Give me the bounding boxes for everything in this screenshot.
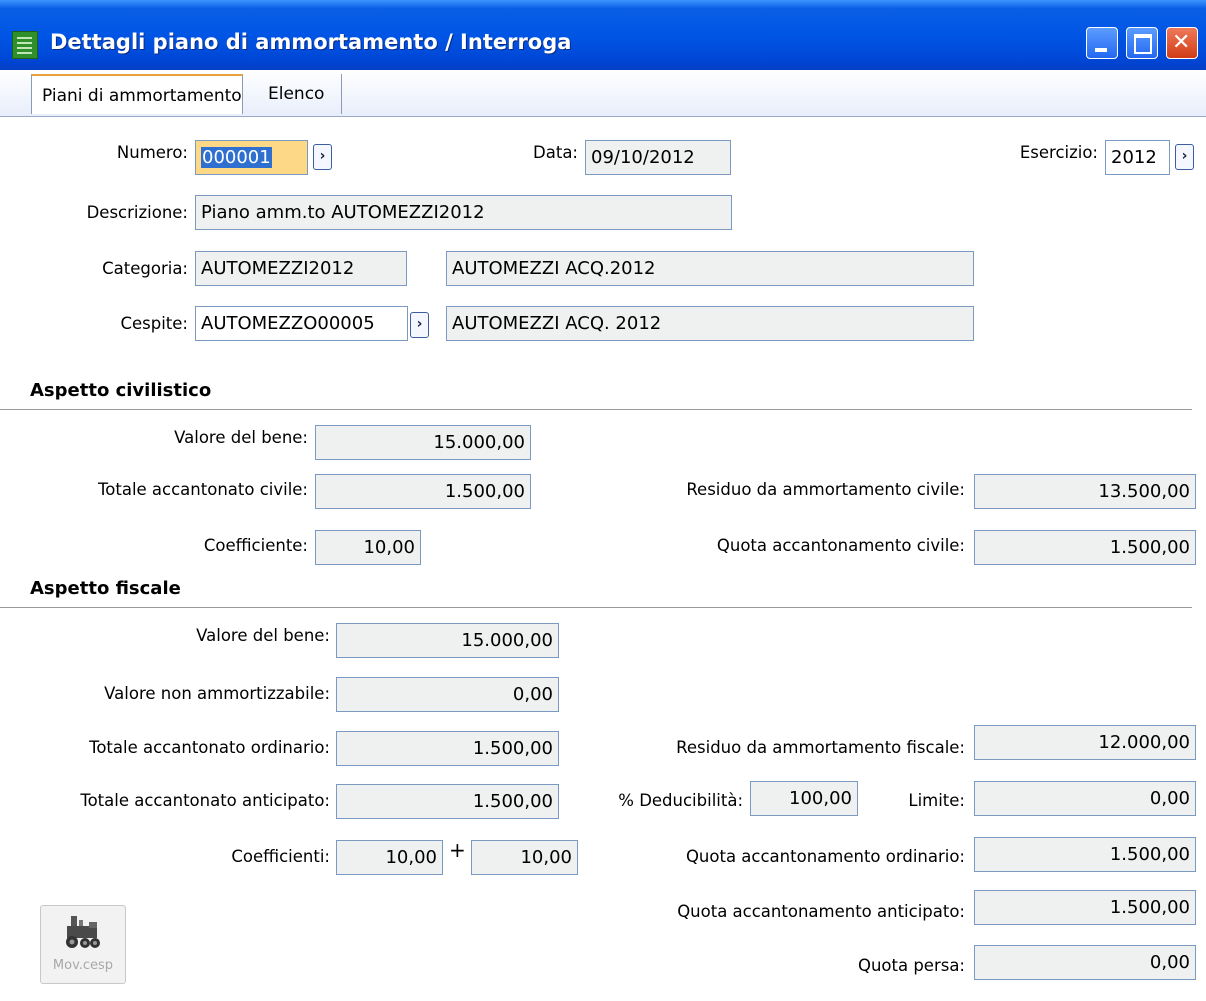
esercizio-zoom-button[interactable]: › bbox=[1175, 144, 1194, 170]
data-field[interactable]: 09/10/2012 bbox=[585, 140, 731, 175]
fisc-totale-ordinario-field[interactable]: 1.500,00 bbox=[336, 731, 559, 766]
fisc-quota-ordinario-field[interactable]: 1.500,00 bbox=[974, 837, 1196, 872]
categoria-code-field[interactable]: AUTOMEZZI2012 bbox=[195, 251, 407, 286]
categoria-label: Categoria: bbox=[102, 259, 188, 278]
document-icon bbox=[12, 31, 38, 59]
civ-quota-field[interactable]: 1.500,00 bbox=[974, 530, 1196, 565]
tab-strip: Piani di ammortamento Elenco bbox=[0, 70, 1206, 117]
descrizione-field[interactable]: Piano amm.to AUTOMEZZI2012 bbox=[195, 195, 732, 230]
categoria-description-field[interactable]: AUTOMEZZI ACQ.2012 bbox=[446, 251, 974, 286]
civ-residuo-field[interactable]: 13.500,00 bbox=[974, 474, 1196, 509]
plus-sign: + bbox=[449, 838, 466, 862]
cespite-description-field[interactable]: AUTOMEZZI ACQ. 2012 bbox=[446, 306, 974, 341]
fisc-residuo-label: Residuo da ammortamento fiscale: bbox=[676, 738, 965, 757]
fisc-valore-bene-label: Valore del bene: bbox=[196, 626, 330, 645]
data-label: Data: bbox=[533, 143, 578, 162]
numero-label: Numero: bbox=[116, 143, 188, 162]
fisc-non-ammortizzabile-field[interactable]: 0,00 bbox=[336, 677, 559, 712]
descrizione-label: Descrizione: bbox=[86, 203, 188, 222]
civ-valore-bene-label: Valore del bene: bbox=[174, 428, 308, 447]
cespite-label: Cespite: bbox=[120, 314, 188, 333]
maximize-button[interactable] bbox=[1126, 27, 1158, 59]
fisc-deducibilita-field[interactable]: 100,00 bbox=[750, 781, 858, 816]
tab-elenco[interactable]: Elenco bbox=[258, 74, 342, 114]
window-title: Dettagli piano di ammortamento / Interro… bbox=[50, 30, 572, 54]
cespite-zoom-button[interactable]: › bbox=[410, 312, 429, 338]
section-divider bbox=[0, 607, 1192, 608]
civ-residuo-label: Residuo da ammortamento civile: bbox=[686, 480, 965, 499]
section-aspetto-civilistico: Aspetto civilistico bbox=[30, 380, 212, 401]
fisc-limite-label: Limite: bbox=[908, 791, 965, 810]
civ-totale-accantonato-label: Totale accantonato civile: bbox=[98, 480, 308, 499]
title-bar[interactable]: Dettagli piano di ammortamento / Interro… bbox=[0, 0, 1206, 70]
numero-field[interactable]: 000001 bbox=[195, 140, 308, 175]
close-button[interactable] bbox=[1166, 27, 1198, 59]
fisc-totale-anticipato-label: Totale accantonato anticipato: bbox=[80, 791, 330, 810]
numero-zoom-button[interactable]: › bbox=[313, 144, 332, 170]
fisc-limite-field[interactable]: 0,00 bbox=[974, 781, 1196, 816]
fisc-residuo-field[interactable]: 12.000,00 bbox=[974, 725, 1196, 760]
tab-piani-di-ammortamento[interactable]: Piani di ammortamento bbox=[31, 74, 243, 114]
fisc-coefficiente-anticipato-field[interactable]: 10,00 bbox=[471, 840, 578, 875]
civ-quota-label: Quota accantonamento civile: bbox=[716, 536, 965, 555]
fisc-totale-ordinario-label: Totale accantonato ordinario: bbox=[89, 738, 330, 757]
fisc-quota-ordinario-label: Quota accantonamento ordinario: bbox=[685, 847, 965, 866]
fisc-totale-anticipato-field[interactable]: 1.500,00 bbox=[336, 784, 559, 819]
minimize-button[interactable] bbox=[1086, 27, 1118, 59]
tractor-icon bbox=[66, 916, 100, 948]
fisc-quota-anticipato-label: Quota accantonamento anticipato: bbox=[677, 902, 965, 921]
mov-cesp-label: Mov.cesp bbox=[52, 958, 114, 973]
fisc-non-ammortizzabile-label: Valore non ammortizzabile: bbox=[104, 684, 330, 703]
section-aspetto-fiscale: Aspetto fiscale bbox=[30, 578, 181, 599]
mov-cesp-button[interactable]: Mov.cesp bbox=[40, 905, 126, 984]
fisc-quota-persa-field[interactable]: 0,00 bbox=[974, 945, 1196, 980]
fisc-deducibilita-label: % Deducibilità: bbox=[618, 791, 743, 810]
fisc-coefficiente-ordinario-field[interactable]: 10,00 bbox=[336, 840, 443, 875]
civ-coefficiente-field[interactable]: 10,00 bbox=[315, 530, 421, 565]
esercizio-label: Esercizio: bbox=[1019, 143, 1098, 162]
civ-valore-bene-field[interactable]: 15.000,00 bbox=[315, 425, 531, 460]
esercizio-field[interactable]: 2012 bbox=[1105, 140, 1170, 175]
fisc-coefficienti-label: Coefficienti: bbox=[231, 847, 330, 866]
civ-totale-accantonato-field[interactable]: 1.500,00 bbox=[315, 474, 531, 509]
fisc-quota-anticipato-field[interactable]: 1.500,00 bbox=[974, 890, 1196, 925]
section-divider bbox=[0, 409, 1192, 410]
fisc-quota-persa-label: Quota persa: bbox=[857, 956, 965, 975]
fisc-valore-bene-field[interactable]: 15.000,00 bbox=[336, 623, 559, 658]
civ-coefficiente-label: Coefficiente: bbox=[203, 536, 308, 555]
cespite-code-field[interactable]: AUTOMEZZO00005 bbox=[195, 306, 408, 341]
main-window: Dettagli piano di ammortamento / Interro… bbox=[0, 0, 1206, 1001]
